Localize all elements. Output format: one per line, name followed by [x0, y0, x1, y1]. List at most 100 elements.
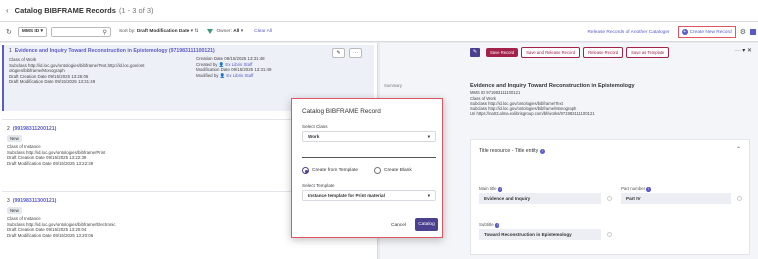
- chevron-down-icon[interactable]: ▾: [742, 48, 745, 54]
- release-records-link[interactable]: Release Records of Another Cataloger: [587, 30, 669, 35]
- page-title-text: Catalog BIBFRAME Records: [14, 6, 116, 15]
- create-new-record-label: Create New Record: [689, 29, 732, 35]
- release-record-button[interactable]: Release Record: [583, 46, 624, 58]
- create-new-record-button[interactable]: + Create New Record: [677, 26, 736, 38]
- summary-tab[interactable]: Summary: [384, 83, 402, 88]
- user-icon: 👤: [218, 61, 225, 67]
- clear-field-icon[interactable]: [607, 232, 612, 237]
- filter-icon[interactable]: [207, 29, 214, 34]
- subtitle-field[interactable]: Toward Reconstruction in Epistemology: [479, 229, 601, 240]
- info-icon[interactable]: i: [494, 223, 500, 228]
- modified-by: Modified by 👤 Ex Libris Staff: [196, 73, 271, 79]
- save-as-template-button[interactable]: Save as Template: [626, 46, 670, 58]
- dialog-title: Catalog BIBFRAME Record: [302, 108, 381, 115]
- page-header: ‹ Catalog BIBFRAME Records (1 - 3 of 3): [0, 0, 758, 22]
- info-icon[interactable]: i: [646, 187, 651, 192]
- close-icon[interactable]: ✕: [747, 48, 752, 54]
- page-title: Catalog BIBFRAME Records (1 - 3 of 3): [15, 6, 154, 15]
- select-template-label: Select Template: [302, 183, 335, 188]
- status-badge: New: [7, 135, 22, 142]
- layout-icon[interactable]: [750, 29, 756, 35]
- sort-label: Sort by:: [118, 29, 136, 34]
- detail-toolbar: ✎ Save Record Save and Release Record Re…: [380, 43, 758, 61]
- record-draft-modified: Draft Modification Date 09/15/2025 13:31…: [9, 79, 96, 85]
- plus-icon: +: [681, 29, 688, 35]
- toolbar-actions: Release Records of Another Cataloger + Cr…: [587, 22, 758, 42]
- clear-all-link[interactable]: Clear All: [254, 29, 272, 34]
- chevron-down-icon: ▾: [427, 134, 430, 139]
- record-number: 2: [7, 126, 10, 132]
- clear-field-icon[interactable]: [737, 196, 742, 201]
- radio-selected-icon[interactable]: [302, 167, 309, 174]
- search-field-value: MMS ID: [21, 29, 40, 34]
- detail-window-controls: — ▾ ✕: [735, 47, 752, 54]
- select-class-label: Select Class: [302, 124, 328, 129]
- edit-button[interactable]: ✎: [332, 48, 345, 58]
- owner-filter[interactable]: Owner: All ▾: [216, 29, 243, 34]
- catalog-button[interactable]: Catalog: [415, 218, 438, 231]
- more-actions-button[interactable]: ⋯: [349, 48, 362, 58]
- record-summary-title: Evidence and Inquiry Toward Reconstructi…: [470, 83, 635, 89]
- info-icon[interactable]: i: [539, 149, 545, 154]
- search-input[interactable]: ⚲: [50, 26, 111, 37]
- status-badge: New: [7, 207, 22, 214]
- back-icon[interactable]: ‹: [6, 6, 9, 15]
- create-blank-radio[interactable]: Create Blank: [374, 167, 412, 174]
- create-from-template-radio[interactable]: Create from Template: [302, 167, 358, 174]
- main-title-label-text: Main title: [479, 186, 497, 191]
- chevron-down-icon: ▾: [427, 193, 430, 198]
- select-template-value: Instance template for Print material: [308, 193, 385, 198]
- chevron-up-icon[interactable]: ⌃: [736, 146, 741, 153]
- search-field-select[interactable]: MMS ID ▾: [17, 26, 47, 37]
- save-record-button[interactable]: Save Record: [486, 47, 519, 57]
- divider: [302, 157, 436, 158]
- cancel-button[interactable]: Cancel: [388, 221, 409, 230]
- card-title: Title resource - Title entity i: [479, 148, 545, 154]
- create-blank-label: Create Blank: [384, 168, 412, 173]
- sort-value: Draft Modification Date: [136, 29, 190, 34]
- user-icon: 👤: [219, 72, 226, 78]
- refresh-icon[interactable]: ↻: [6, 28, 12, 36]
- summary-uri: Uri https://na03.alma.exlibrisgroup.com/…: [470, 111, 595, 117]
- select-template-dropdown[interactable]: Instance template for Print material ▾: [302, 190, 436, 201]
- main-title-field[interactable]: Evidence and Inquiry: [479, 193, 601, 204]
- pencil-icon: ✎: [336, 50, 341, 56]
- record-number: 3: [7, 198, 10, 204]
- record-count: (1 - 3 of 3): [118, 6, 154, 15]
- gear-icon[interactable]: ⚙: [740, 28, 746, 36]
- modified-by-label: Modified by: [196, 72, 219, 78]
- record-title-text: (99198311200121): [12, 126, 57, 132]
- title-resource-card: Title resource - Title entity i ⌃ Main t…: [470, 139, 750, 255]
- record-title[interactable]: 1 Evidence and Inquiry Toward Reconstruct…: [9, 48, 369, 54]
- sort-control[interactable]: Sort by: Draft Modification Date ▾ ⇅: [119, 29, 198, 34]
- record-summary: Evidence and Inquiry Toward Reconstructi…: [470, 83, 750, 116]
- clear-field-icon[interactable]: [607, 196, 612, 201]
- card-title-text: Title resource - Title entity: [479, 148, 539, 154]
- select-class-value: Work: [308, 134, 320, 139]
- part-number-label-text: Part number: [621, 186, 646, 191]
- modified-by-value[interactable]: Ex Libris Staff: [226, 73, 253, 78]
- created-by-label: Created by: [196, 61, 218, 67]
- save-and-release-button[interactable]: Save and Release Record: [521, 46, 581, 58]
- pencil-icon[interactable]: ✎: [470, 47, 480, 57]
- record-actions: ✎ ⋯: [332, 48, 362, 58]
- record-number: 1: [9, 48, 12, 54]
- record-title-text: Evidence and Inquiry Toward Reconstructi…: [14, 48, 215, 54]
- owner-label: Owner:: [216, 29, 232, 34]
- catalog-record-dialog: Catalog BIBFRAME Record Select Class Wor…: [291, 98, 443, 238]
- minimize-icon[interactable]: —: [735, 48, 741, 54]
- toolbar: ↻ MMS ID ▾ ⚲ Sort by: Draft Modification…: [0, 22, 758, 42]
- main-title-label: Main title i: [479, 186, 503, 192]
- created-by-value[interactable]: Ex Libris Staff: [225, 62, 252, 67]
- subtitle-label: Subtitle i: [479, 222, 500, 228]
- radio-unselected-icon[interactable]: [374, 167, 381, 174]
- owner-value: All: [233, 29, 240, 34]
- part-number-label: Part number i: [621, 186, 651, 192]
- record-title-text: (99198311300121): [12, 198, 57, 204]
- create-from-template-label: Create from Template: [312, 168, 359, 173]
- part-number-field[interactable]: Part IV: [621, 193, 731, 204]
- search-icon[interactable]: ⚲: [103, 29, 107, 36]
- record-meta: Creation Date 09/15/2025 13:31:48 Create…: [196, 56, 271, 78]
- select-class-dropdown[interactable]: Work ▾: [302, 131, 436, 142]
- info-icon[interactable]: i: [497, 187, 503, 192]
